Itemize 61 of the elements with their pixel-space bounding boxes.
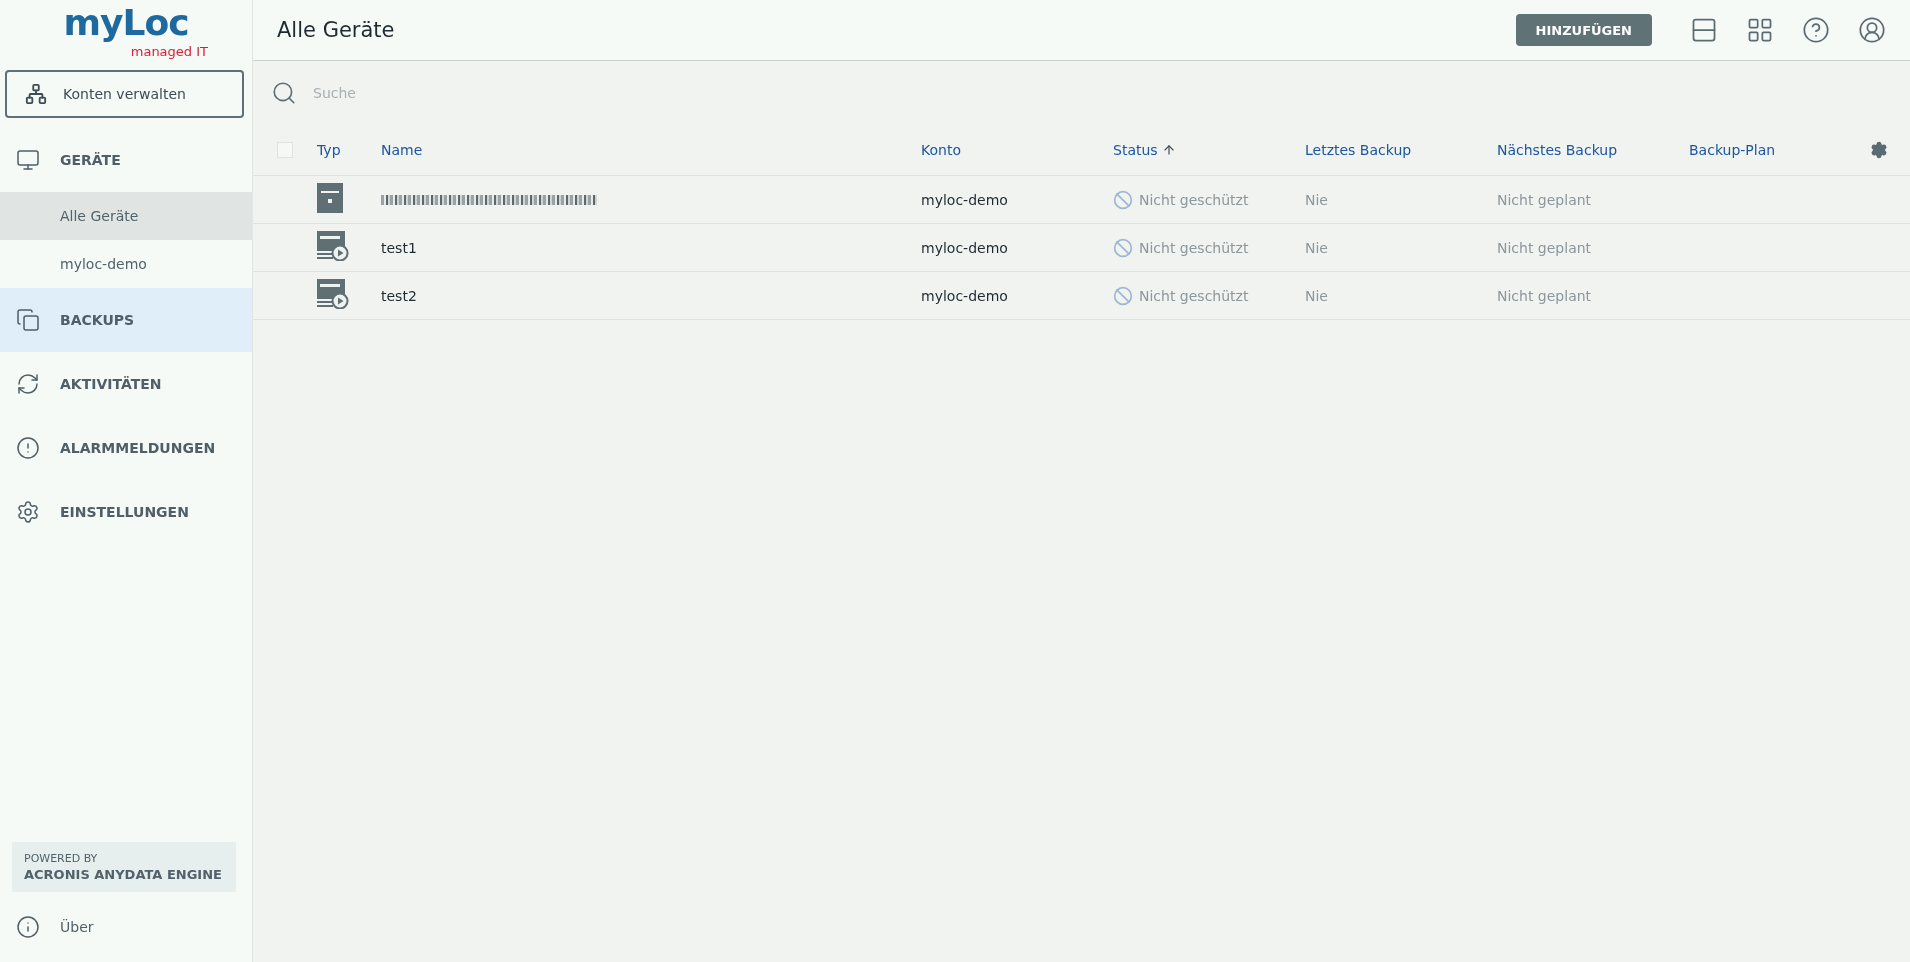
info-icon — [16, 915, 40, 939]
page-title: Alle Geräte — [277, 18, 396, 42]
powered-by-label: POWERED BY — [24, 852, 99, 865]
not-protected-icon — [1113, 285, 1133, 306]
last-backup-cell: Nie — [1305, 191, 1328, 208]
column-header[interactable]: Status — [1113, 142, 1176, 158]
help-icon[interactable] — [1802, 16, 1830, 44]
add-button[interactable]: HINZUFÜGEN — [1515, 14, 1652, 46]
manage-accounts-button[interactable]: Konten verwalten — [5, 70, 244, 118]
account-cell: myloc-demo — [921, 191, 1008, 208]
nav-section[interactable]: GERÄTE — [0, 128, 252, 192]
logo-wordmark: myLoc — [63, 2, 189, 44]
column-header[interactable]: Backup-Plan — [1689, 142, 1776, 158]
user-icon[interactable] — [1858, 16, 1886, 44]
not-protected-icon — [1113, 237, 1133, 258]
settings-icon — [16, 500, 40, 524]
settings-icon[interactable] — [1870, 141, 1888, 159]
nav-item[interactable]: myloc-demo — [0, 240, 252, 288]
alert-icon — [16, 436, 40, 460]
nav-label: BACKUPS — [60, 312, 135, 328]
nav-label: AKTIVITÄTEN — [60, 376, 162, 392]
stacked-squares-icon — [16, 308, 40, 332]
circular-arrows-icon — [16, 372, 40, 396]
nav-section[interactable]: EINSTELLUNGEN — [0, 480, 252, 544]
column-header[interactable]: Konto — [921, 142, 961, 158]
nav-section[interactable]: ALARMMELDUNGEN — [0, 416, 252, 480]
device-name: test1 — [381, 239, 417, 256]
nav-label: ALARMMELDUNGEN — [60, 440, 216, 456]
monitor-icon — [16, 148, 40, 172]
nav-label: EINSTELLUNGEN — [60, 504, 189, 520]
device-name: test2 — [381, 287, 417, 304]
server-icon — [317, 182, 343, 213]
status-text: Nicht geschützt — [1139, 239, 1249, 256]
virtual-machine-icon — [317, 278, 349, 309]
column-header[interactable]: Nächstes Backup — [1497, 142, 1618, 158]
virtual-machine-icon — [317, 230, 349, 261]
last-backup-cell: Nie — [1305, 287, 1328, 304]
status-text: Nicht geschützt — [1139, 287, 1249, 304]
hierarchy-icon — [25, 83, 47, 105]
last-backup-cell: Nie — [1305, 239, 1328, 256]
nav-section[interactable]: AKTIVITÄTEN — [0, 352, 252, 416]
column-header[interactable]: Letztes Backup — [1305, 142, 1412, 158]
account-cell: myloc-demo — [921, 239, 1008, 256]
about-link[interactable]: Über — [0, 892, 252, 962]
next-backup-cell: Nicht geplant — [1497, 191, 1592, 208]
logo-tagline: managed IT — [130, 44, 208, 60]
grid-view-icon[interactable] — [1746, 16, 1774, 44]
list-view-icon[interactable] — [1690, 16, 1718, 44]
next-backup-cell: Nicht geplant — [1497, 239, 1592, 256]
not-protected-icon — [1113, 189, 1133, 210]
search-field[interactable]: Suche — [311, 84, 715, 102]
status-text: Nicht geschützt — [1139, 191, 1249, 208]
nav-item[interactable]: Alle Geräte — [0, 192, 252, 240]
column-header[interactable]: Typ — [317, 142, 341, 158]
nav-label: GERÄTE — [60, 152, 121, 168]
column-header[interactable]: Name — [381, 142, 423, 158]
engine-name: ACRONIS ANYDATA ENGINE — [24, 867, 223, 882]
next-backup-cell: Nicht geplant — [1497, 287, 1592, 304]
nav-section[interactable]: BACKUPS — [0, 288, 252, 352]
search-icon — [271, 80, 297, 106]
account-cell: myloc-demo — [921, 287, 1008, 304]
